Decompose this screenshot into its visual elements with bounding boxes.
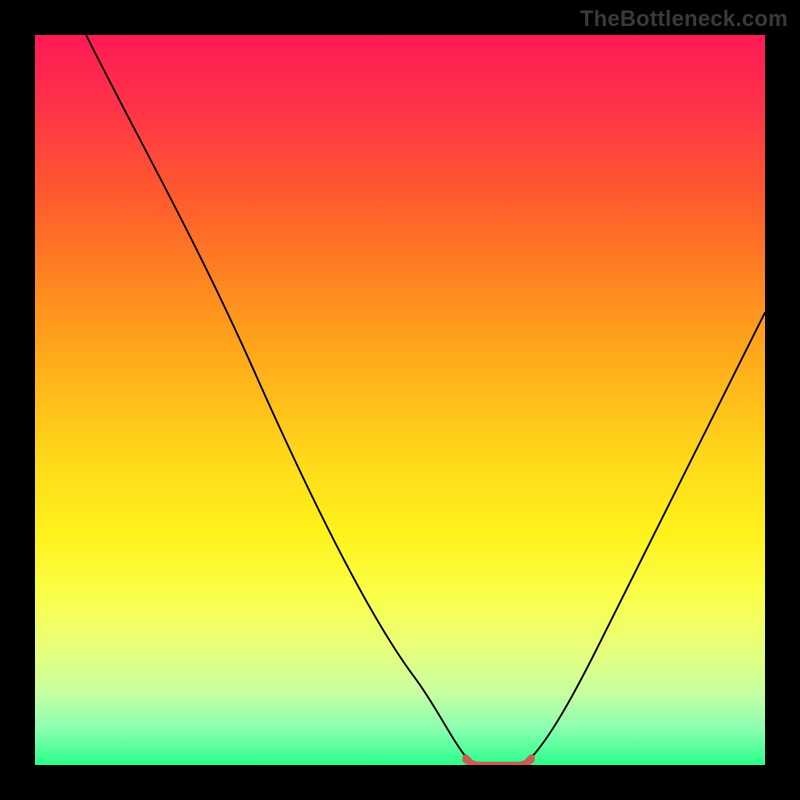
trough-marker-left-hook (466, 758, 470, 762)
watermark-text: TheBottleneck.com (580, 6, 788, 32)
trough-marker-right-hook (528, 758, 532, 762)
trough-marker (466, 760, 532, 765)
curves-layer (35, 35, 765, 765)
chart-frame: TheBottleneck.com (0, 0, 800, 800)
plot-area (35, 35, 765, 765)
curve-right (528, 312, 765, 761)
curve-left (86, 35, 469, 761)
